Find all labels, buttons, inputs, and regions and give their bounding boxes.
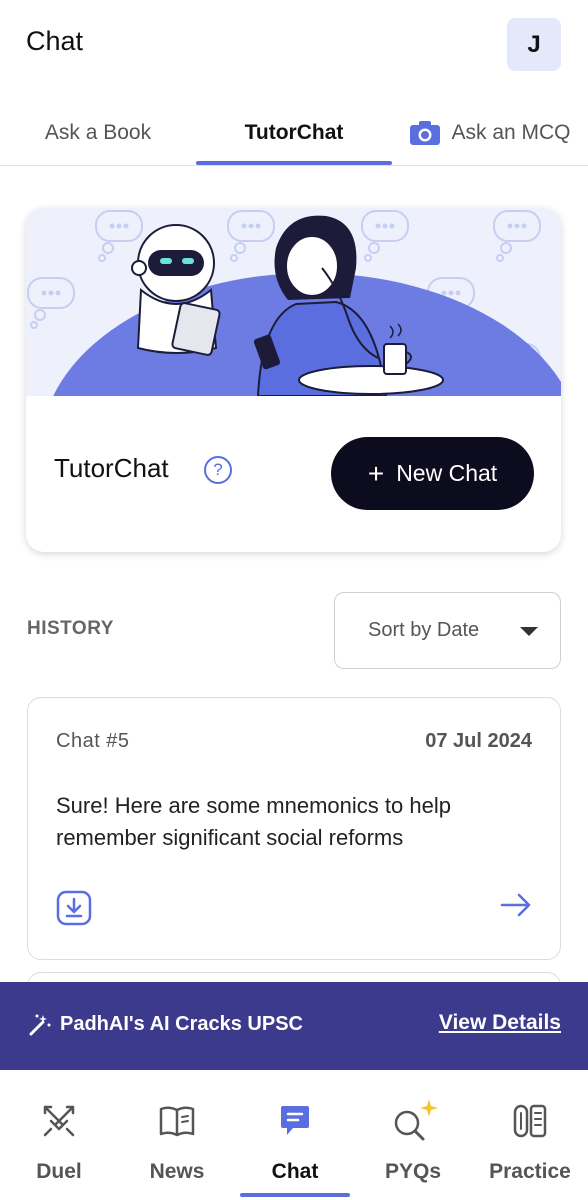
help-icon[interactable]: ? bbox=[204, 456, 232, 484]
plus-icon: + bbox=[367, 457, 385, 489]
tab-tutorchat[interactable]: TutorChat bbox=[196, 100, 392, 166]
arrow-right-icon[interactable] bbox=[500, 892, 532, 918]
history-item[interactable]: Chat #5 07 Jul 2024 Sure! Here are some … bbox=[27, 697, 561, 960]
page-title: Chat bbox=[26, 26, 84, 56]
active-tab-indicator bbox=[196, 161, 392, 165]
nav-item-news[interactable]: News bbox=[118, 1070, 236, 1200]
nav-item-duel[interactable]: Duel bbox=[0, 1070, 118, 1200]
tab-ask-an-mcq-label: Ask an MCQ bbox=[451, 121, 571, 144]
search-sparkle-icon bbox=[394, 1099, 438, 1141]
sort-dropdown[interactable]: Sort by Date bbox=[334, 592, 561, 669]
camera-icon bbox=[410, 121, 441, 145]
app-header: Chat J bbox=[0, 0, 588, 100]
tab-tutorchat-label: TutorChat bbox=[244, 121, 344, 144]
nav-label-chat: Chat bbox=[271, 1160, 319, 1183]
chat-preview: Sure! Here are some mnemonics to help re… bbox=[56, 793, 451, 850]
tab-bar: Ask a Book TutorChat Ask an MCQ bbox=[0, 100, 588, 166]
book-icon bbox=[159, 1106, 195, 1137]
view-details-link[interactable]: View Details bbox=[439, 1011, 561, 1035]
promo-text: PadhAI's AI Cracks UPSC bbox=[60, 1013, 303, 1035]
sort-dropdown-label: Sort by Date bbox=[368, 619, 480, 641]
nav-label-practice: Practice bbox=[489, 1160, 571, 1183]
nav-label-duel: Duel bbox=[36, 1160, 82, 1183]
new-chat-button[interactable]: + New Chat bbox=[331, 437, 534, 510]
history-heading: HISTORY bbox=[27, 618, 114, 639]
practice-icon bbox=[513, 1104, 547, 1138]
active-nav-indicator bbox=[240, 1193, 350, 1197]
chat-date: 07 Jul 2024 bbox=[425, 730, 532, 752]
caret-down-icon bbox=[520, 627, 538, 636]
bottom-navigation: Duel News Chat PYQs Practice bbox=[0, 1070, 588, 1200]
swords-icon bbox=[43, 1105, 75, 1137]
nav-item-chat[interactable]: Chat bbox=[236, 1070, 354, 1200]
tab-ask-a-book-label: Ask a Book bbox=[44, 121, 152, 144]
promo-banner: PadhAI's AI Cracks UPSC View Details bbox=[0, 982, 588, 1070]
magic-wand-icon bbox=[29, 1014, 51, 1036]
nav-item-practice[interactable]: Practice bbox=[472, 1070, 588, 1200]
avatar[interactable]: J bbox=[507, 18, 561, 71]
tutorchat-title: TutorChat bbox=[54, 453, 169, 483]
nav-label-news: News bbox=[149, 1160, 205, 1183]
tutorchat-hero-card: TutorChat ? + New Chat bbox=[26, 208, 561, 552]
nav-label-pyqs: PYQs bbox=[384, 1160, 442, 1183]
new-chat-label: New Chat bbox=[396, 460, 498, 486]
chat-bubble-icon bbox=[281, 1106, 309, 1135]
nav-item-pyqs[interactable]: PYQs bbox=[354, 1070, 472, 1200]
tab-ask-an-mcq[interactable]: Ask an MCQ bbox=[392, 100, 588, 166]
tutor-illustration bbox=[26, 208, 561, 396]
download-icon[interactable] bbox=[56, 890, 92, 926]
chat-title: Chat #5 bbox=[56, 730, 130, 752]
tab-ask-a-book[interactable]: Ask a Book bbox=[0, 100, 196, 166]
